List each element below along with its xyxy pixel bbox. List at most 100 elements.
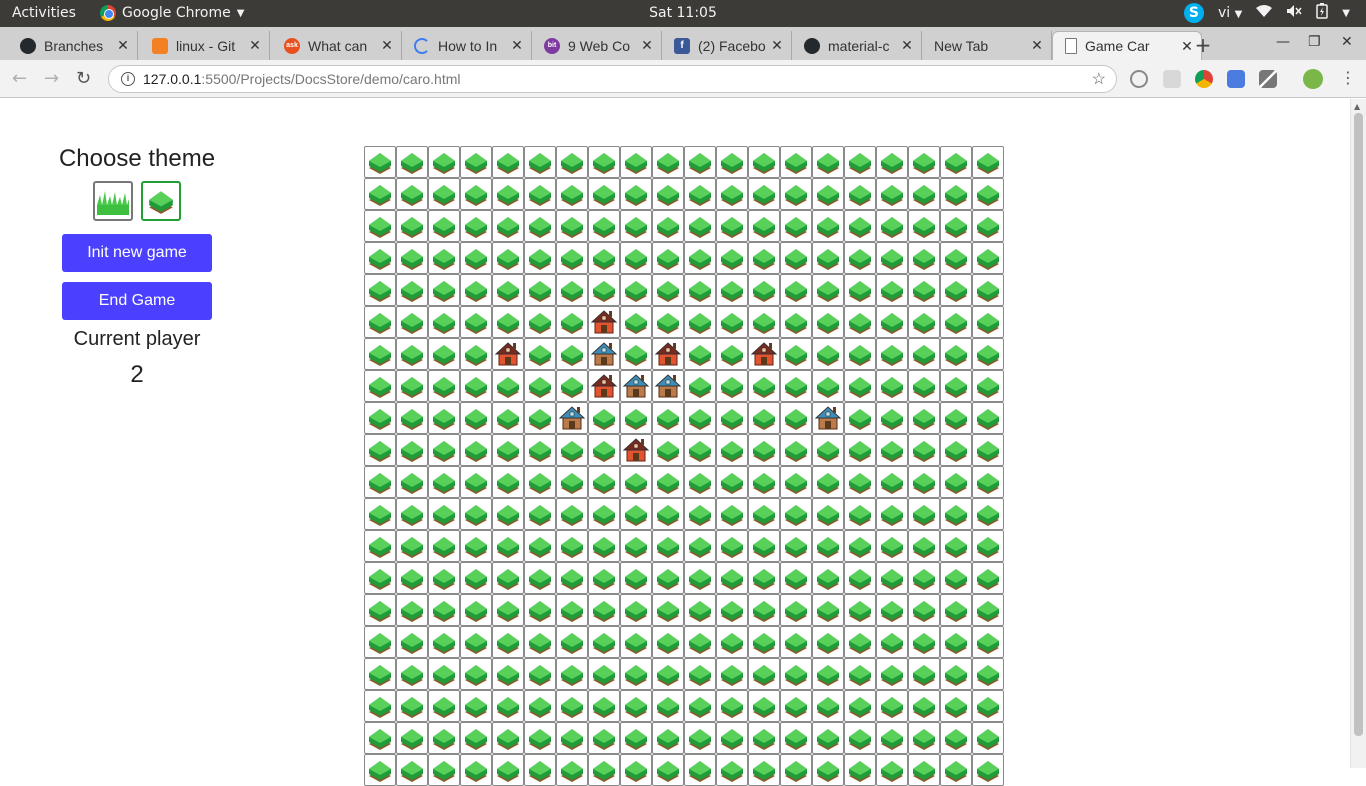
board-cell[interactable]	[588, 370, 620, 402]
board-cell[interactable]	[492, 210, 524, 242]
board-cell[interactable]	[844, 274, 876, 306]
board-cell[interactable]	[780, 658, 812, 690]
board-cell[interactable]	[684, 274, 716, 306]
board-cell[interactable]	[940, 466, 972, 498]
board-cell[interactable]	[812, 498, 844, 530]
vertical-scrollbar[interactable]: ▲	[1350, 99, 1366, 768]
board-cell[interactable]	[588, 690, 620, 722]
board-cell[interactable]	[940, 210, 972, 242]
board-cell[interactable]	[556, 498, 588, 530]
board-cell[interactable]	[812, 530, 844, 562]
board-cell[interactable]	[524, 306, 556, 338]
board-cell[interactable]	[908, 498, 940, 530]
board-cell[interactable]	[748, 434, 780, 466]
board-cell[interactable]	[620, 466, 652, 498]
board-cell[interactable]	[428, 722, 460, 754]
board-cell[interactable]	[940, 178, 972, 210]
board-cell[interactable]	[460, 370, 492, 402]
board-cell[interactable]	[460, 594, 492, 626]
board-cell[interactable]	[780, 690, 812, 722]
board-cell[interactable]	[876, 178, 908, 210]
board-cell[interactable]	[428, 466, 460, 498]
board-cell[interactable]	[844, 402, 876, 434]
board-cell[interactable]	[652, 754, 684, 786]
board-cell[interactable]	[780, 594, 812, 626]
board-cell[interactable]	[684, 242, 716, 274]
board-cell[interactable]	[748, 690, 780, 722]
board-cell[interactable]	[620, 722, 652, 754]
bookmark-star-icon[interactable]: ☆	[1092, 69, 1106, 89]
board-cell[interactable]	[396, 306, 428, 338]
board-cell[interactable]	[620, 530, 652, 562]
board-cell[interactable]	[588, 754, 620, 786]
board-cell[interactable]	[972, 722, 1004, 754]
board-cell[interactable]	[684, 530, 716, 562]
board-cell[interactable]	[460, 178, 492, 210]
board-cell[interactable]	[972, 210, 1004, 242]
board-cell[interactable]	[460, 626, 492, 658]
board-cell[interactable]	[652, 146, 684, 178]
board-cell[interactable]	[588, 562, 620, 594]
board-cell[interactable]	[396, 146, 428, 178]
board-cell[interactable]	[876, 242, 908, 274]
board-cell[interactable]	[428, 370, 460, 402]
board-cell[interactable]	[364, 658, 396, 690]
board-cell[interactable]	[588, 338, 620, 370]
board-cell[interactable]	[364, 722, 396, 754]
board-cell[interactable]	[908, 690, 940, 722]
board-cell[interactable]	[588, 210, 620, 242]
board-cell[interactable]	[812, 754, 844, 786]
board-cell[interactable]	[716, 498, 748, 530]
board-cell[interactable]	[844, 146, 876, 178]
board-cell[interactable]	[780, 370, 812, 402]
board-cell[interactable]	[940, 338, 972, 370]
board-cell[interactable]	[780, 434, 812, 466]
board-cell[interactable]	[492, 562, 524, 594]
board-cell[interactable]	[556, 434, 588, 466]
board-cell[interactable]	[620, 434, 652, 466]
board-cell[interactable]	[748, 274, 780, 306]
board-cell[interactable]	[844, 530, 876, 562]
board-cell[interactable]	[492, 626, 524, 658]
board-cell[interactable]	[396, 338, 428, 370]
board-cell[interactable]	[652, 402, 684, 434]
board-cell[interactable]	[876, 594, 908, 626]
board-cell[interactable]	[780, 338, 812, 370]
board-cell[interactable]	[940, 274, 972, 306]
board-cell[interactable]	[492, 146, 524, 178]
board-cell[interactable]	[780, 242, 812, 274]
board-cell[interactable]	[652, 338, 684, 370]
board-cell[interactable]	[940, 434, 972, 466]
board-cell[interactable]	[716, 626, 748, 658]
board-cell[interactable]	[940, 370, 972, 402]
board-cell[interactable]	[716, 434, 748, 466]
board-cell[interactable]	[716, 146, 748, 178]
board-cell[interactable]	[908, 466, 940, 498]
board-cell[interactable]	[908, 658, 940, 690]
board-cell[interactable]	[620, 274, 652, 306]
board-cell[interactable]	[716, 562, 748, 594]
board-cell[interactable]	[972, 242, 1004, 274]
board-cell[interactable]	[620, 626, 652, 658]
board-cell[interactable]	[364, 306, 396, 338]
scrollbar-thumb[interactable]	[1354, 113, 1363, 736]
board-cell[interactable]	[588, 626, 620, 658]
board-cell[interactable]	[684, 338, 716, 370]
board-cell[interactable]	[652, 498, 684, 530]
board-cell[interactable]	[364, 530, 396, 562]
board-cell[interactable]	[908, 626, 940, 658]
tab-close-icon[interactable]: ✕	[247, 37, 263, 54]
board-cell[interactable]	[620, 306, 652, 338]
board-cell[interactable]	[876, 306, 908, 338]
board-cell[interactable]	[588, 306, 620, 338]
board-cell[interactable]	[396, 562, 428, 594]
board-cell[interactable]	[940, 146, 972, 178]
board-cell[interactable]	[620, 690, 652, 722]
board-cell[interactable]	[588, 434, 620, 466]
board-cell[interactable]	[524, 722, 556, 754]
board-cell[interactable]	[364, 178, 396, 210]
board-cell[interactable]	[844, 306, 876, 338]
board-cell[interactable]	[844, 594, 876, 626]
board-cell[interactable]	[524, 242, 556, 274]
board-cell[interactable]	[940, 530, 972, 562]
